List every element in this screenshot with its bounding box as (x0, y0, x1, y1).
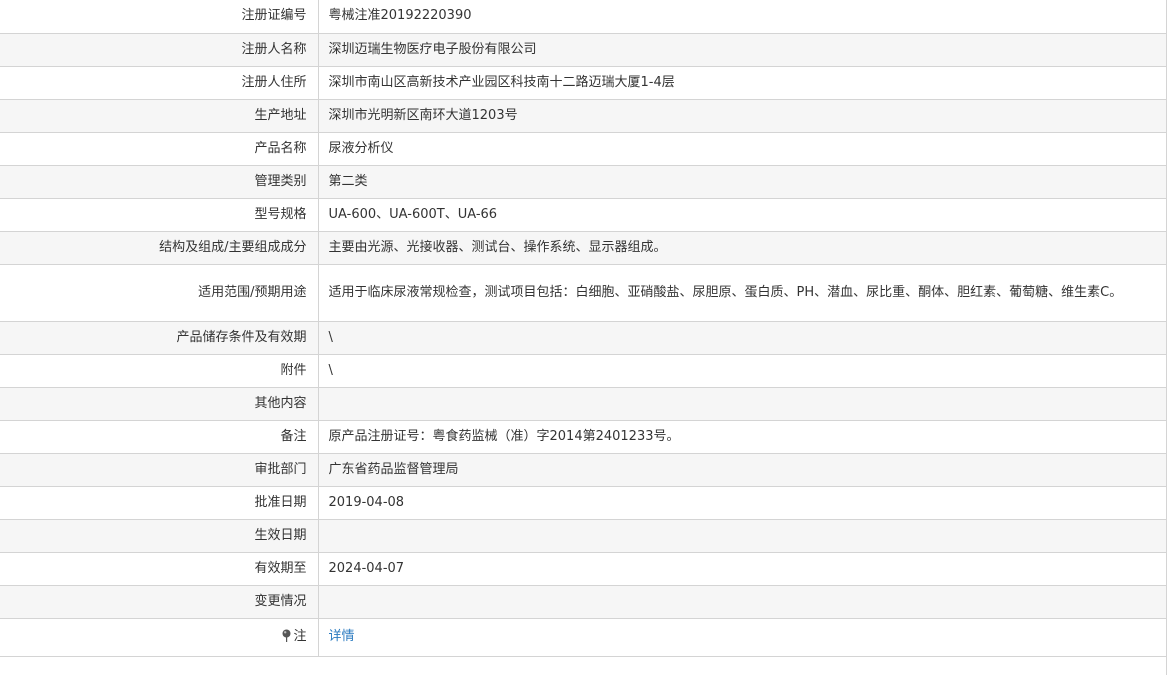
row-value: 2019-04-08 (318, 486, 1166, 520)
row-label: 适用范围/预期用途 (0, 264, 319, 322)
row-label: 批准日期 (0, 486, 319, 520)
details-link[interactable]: 详情 (329, 629, 355, 644)
row-value: 2024-04-07 (318, 552, 1166, 586)
detail-row-registrant-name: 注册人名称 深圳迈瑞生物医疗电子股份有限公司 (0, 33, 1166, 67)
row-label: 结构及组成/主要组成成分 (0, 231, 319, 265)
row-value (318, 585, 1166, 619)
detail-row-registration-number: 注册证编号 粤械注准20192220390 (0, 0, 1166, 34)
row-label: 其他内容 (0, 387, 319, 421)
detail-row-attachment: 附件 \ (0, 354, 1166, 388)
row-value: 适用于临床尿液常规检查，测试项目包括：白细胞、亚硝酸盐、尿胆原、蛋白质、PH、潜… (318, 264, 1166, 322)
row-value-text: 适用于临床尿液常规检查，测试项目包括：白细胞、亚硝酸盐、尿胆原、蛋白质、PH、潜… (328, 285, 1123, 300)
row-label: 备注 (0, 420, 319, 454)
registration-detail-panel: 注册证编号 粤械注准20192220390 注册人名称 深圳迈瑞生物医疗电子股份… (0, 0, 1167, 675)
detail-row-remarks: 备注 原产品注册证号：粤食药监械（准）字2014第2401233号。 (0, 420, 1166, 454)
row-label: 附件 (0, 354, 319, 388)
registration-detail-table: 注册证编号 粤械注准20192220390 注册人名称 深圳迈瑞生物医疗电子股份… (0, 0, 1166, 657)
note-label-cell: 注 (0, 618, 319, 657)
row-value: 广东省药品监督管理局 (318, 453, 1166, 487)
row-label: 变更情况 (0, 585, 319, 619)
row-label: 生产地址 (0, 99, 319, 133)
row-label: 有效期至 (0, 552, 319, 586)
row-label: 审批部门 (0, 453, 319, 487)
detail-row-note: 注 详情 (0, 618, 1166, 657)
row-value: \ (318, 354, 1166, 388)
row-label: 管理类别 (0, 165, 319, 199)
detail-row-intended-use: 适用范围/预期用途 适用于临床尿液常规检查，测试项目包括：白细胞、亚硝酸盐、尿胆… (0, 264, 1166, 322)
row-value: 原产品注册证号：粤食药监械（准）字2014第2401233号。 (318, 420, 1166, 454)
row-label: 注册证编号 (0, 0, 319, 34)
detail-row-change-status: 变更情况 (0, 585, 1166, 619)
note-label: 注 (293, 629, 307, 644)
row-value: \ (318, 321, 1166, 355)
row-value: 深圳市光明新区南环大道1203号 (318, 99, 1166, 133)
detail-row-product-name: 产品名称 尿液分析仪 (0, 132, 1166, 166)
pin-icon (281, 628, 292, 642)
row-value (318, 519, 1166, 553)
detail-row-effective-date: 生效日期 (0, 519, 1166, 553)
row-value: 尿液分析仪 (318, 132, 1166, 166)
row-label: 注册人名称 (0, 33, 319, 67)
detail-row-production-address: 生产地址 深圳市光明新区南环大道1203号 (0, 99, 1166, 133)
detail-row-registrant-address: 注册人住所 深圳市南山区高新技术产业园区科技南十二路迈瑞大厦1-4层 (0, 66, 1166, 100)
row-label: 生效日期 (0, 519, 319, 553)
row-value: 深圳迈瑞生物医疗电子股份有限公司 (318, 33, 1166, 67)
row-value: 深圳市南山区高新技术产业园区科技南十二路迈瑞大厦1-4层 (318, 66, 1166, 100)
detail-row-model-spec: 型号规格 UA-600、UA-600T、UA-66 (0, 198, 1166, 232)
row-value: 主要由光源、光接收器、测试台、操作系统、显示器组成。 (318, 231, 1166, 265)
row-label: 型号规格 (0, 198, 319, 232)
detail-row-valid-until: 有效期至 2024-04-07 (0, 552, 1166, 586)
row-value: UA-600、UA-600T、UA-66 (318, 198, 1166, 232)
row-value (318, 387, 1166, 421)
row-label: 产品储存条件及有效期 (0, 321, 319, 355)
row-value: 粤械注准20192220390 (318, 0, 1166, 34)
detail-row-storage-validity: 产品储存条件及有效期 \ (0, 321, 1166, 355)
note-value-cell: 详情 (318, 618, 1166, 657)
row-label: 注册人住所 (0, 66, 319, 100)
detail-row-structure-composition: 结构及组成/主要组成成分 主要由光源、光接收器、测试台、操作系统、显示器组成。 (0, 231, 1166, 265)
row-value: 第二类 (318, 165, 1166, 199)
detail-row-other-content: 其他内容 (0, 387, 1166, 421)
detail-row-management-category: 管理类别 第二类 (0, 165, 1166, 199)
detail-row-approval-date: 批准日期 2019-04-08 (0, 486, 1166, 520)
row-label: 产品名称 (0, 132, 319, 166)
detail-row-approval-department: 审批部门 广东省药品监督管理局 (0, 453, 1166, 487)
